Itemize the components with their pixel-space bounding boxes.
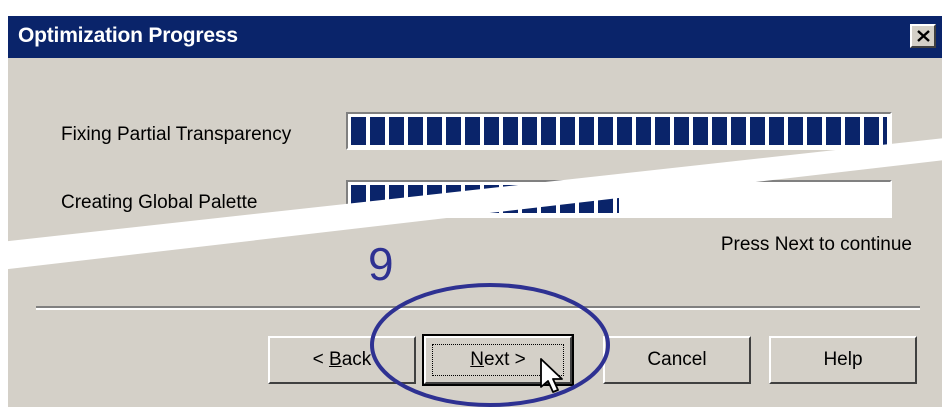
step-number: 9	[368, 238, 394, 290]
help-button[interactable]: Help	[769, 336, 917, 384]
task-label-global-palette: Creating Global Palette	[61, 192, 258, 213]
help-button-label: Help	[823, 349, 863, 370]
close-button[interactable]	[910, 24, 936, 48]
arrow-cursor-icon	[540, 358, 563, 393]
cancel-button[interactable]: Cancel	[603, 336, 751, 384]
status-message: Press Next to continue	[720, 234, 912, 255]
back-button[interactable]: < Back	[268, 336, 416, 384]
cancel-button-label: Cancel	[647, 349, 707, 370]
progress-bar-global-palette	[346, 180, 892, 218]
separator	[36, 306, 920, 310]
close-icon	[917, 30, 930, 42]
task-label-transparency: Fixing Partial Transparency	[61, 124, 292, 145]
progress-bar-transparency	[346, 112, 892, 150]
window-title: Optimization Progress	[18, 24, 238, 47]
progress-fill-transparency	[351, 117, 887, 145]
back-button-label: < Back	[312, 349, 372, 370]
title-bar: Optimization Progress	[8, 16, 942, 58]
progress-fill-global-palette	[351, 185, 619, 213]
optimization-progress-dialog: Optimization Progress Fixing Partial Tra…	[6, 14, 942, 407]
